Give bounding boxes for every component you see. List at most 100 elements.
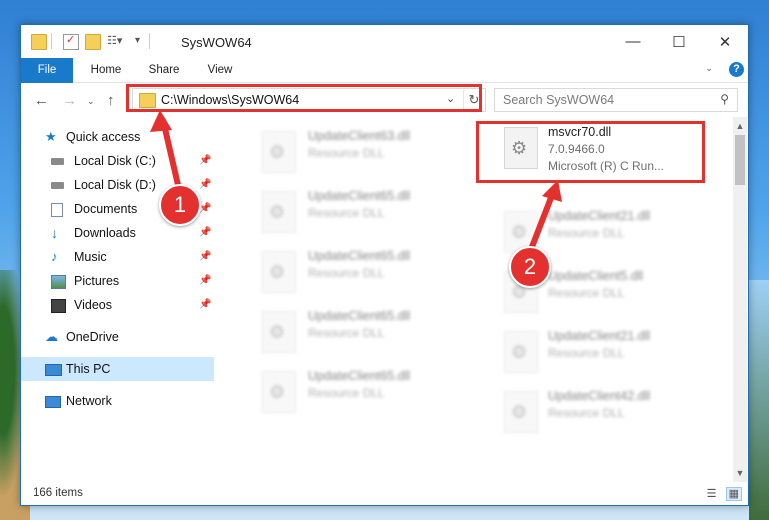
details-view-icon[interactable]: ☰ [707, 488, 717, 500]
sidebar-item-label: This PC [66, 362, 111, 376]
close-button[interactable]: ✕ [702, 25, 748, 58]
address-bar-highlight [126, 84, 482, 112]
sidebar-item-label: OneDrive [66, 330, 119, 344]
navigation-pane: ★ Quick access Local Disk (C:) 📌 Local D… [21, 117, 214, 482]
divider [149, 33, 150, 49]
search-input[interactable]: Search SysWOW64 ⚲ [494, 88, 738, 112]
computer-icon [45, 364, 62, 376]
file-type: Resource DLL [308, 326, 385, 340]
file-name: UpdateClient5.dll [548, 269, 644, 283]
maximize-button[interactable]: ☐ [656, 25, 702, 58]
list-item[interactable]: UpdateClient63.dll Resource DLL [254, 127, 474, 175]
sidebar-item-label: Network [66, 394, 112, 408]
pin-icon[interactable]: 📌 [199, 269, 211, 293]
sidebar-item-local-disk-c[interactable]: Local Disk (C:) 📌 [21, 149, 214, 173]
network-icon [45, 396, 61, 408]
step-marker-1: 1 [159, 184, 201, 226]
scroll-up-icon[interactable]: ▲ [733, 119, 747, 133]
tab-view[interactable]: View [197, 58, 243, 82]
list-item[interactable]: UpdateClient42.dll Resource DLL [494, 387, 714, 435]
quick-access-toolbar-icon[interactable]: ☷▾ [107, 34, 122, 48]
dll-file-icon [262, 371, 296, 413]
file-name: UpdateClient21.dll [548, 329, 651, 343]
scroll-down-icon[interactable]: ▼ [733, 466, 747, 480]
search-icon[interactable]: ⚲ [720, 92, 729, 106]
sidebar-item-pictures[interactable]: Pictures 📌 [21, 269, 214, 293]
dll-file-icon [262, 251, 296, 293]
file-name: UpdateClient63.dll [308, 129, 411, 143]
status-bar: 166 items ☰ ▦ [21, 482, 748, 505]
tab-share[interactable]: Share [141, 58, 187, 82]
scrollbar-thumb[interactable] [735, 135, 745, 185]
pin-icon[interactable]: 📌 [199, 293, 211, 317]
pin-icon[interactable]: 📌 [199, 149, 211, 173]
tab-home[interactable]: Home [83, 58, 129, 82]
dll-file-icon [262, 131, 296, 173]
list-item[interactable]: UpdateClient21.dll Resource DLL [494, 327, 714, 375]
sidebar-item-this-pc[interactable]: This PC [21, 357, 214, 381]
file-type: Resource DLL [548, 346, 625, 360]
properties-icon[interactable]: ✓ [63, 34, 79, 50]
list-item[interactable]: UpdateClient65.dll Resource DLL [254, 367, 474, 415]
up-arrow-icon[interactable]: ↑ [107, 92, 115, 109]
help-icon[interactable]: ? [729, 62, 744, 77]
sidebar-item-label: Documents [74, 202, 138, 216]
pin-icon[interactable]: 📌 [199, 221, 211, 245]
cloud-icon: ☁ [45, 329, 58, 344]
file-name: UpdateClient65.dll [308, 189, 411, 203]
pictures-icon [51, 275, 66, 289]
file-type: Resource DLL [548, 406, 625, 420]
file-type: Resource DLL [308, 386, 385, 400]
ribbon-tabs: File Home Share View ⌄ ? [21, 58, 748, 106]
window-title: SysWOW64 [181, 35, 252, 50]
list-item[interactable]: UpdateClient65.dll Resource DLL [254, 247, 474, 295]
list-item[interactable]: UpdateClient65.dll Resource DLL [254, 307, 474, 355]
file-name: UpdateClient65.dll [308, 249, 411, 263]
star-icon: ★ [45, 129, 57, 144]
dll-file-icon [504, 391, 538, 433]
sidebar-item-label: Music [74, 250, 107, 264]
file-name: UpdateClient65.dll [308, 309, 411, 323]
file-type: Resource DLL [308, 146, 385, 160]
downloads-icon: ↓ [51, 225, 58, 241]
new-folder-icon[interactable] [85, 34, 101, 50]
dll-file-icon [504, 331, 538, 373]
desktop-background-edge [749, 280, 769, 520]
tiles-view-icon[interactable]: ▦ [725, 487, 742, 501]
back-arrow-icon[interactable]: ← [34, 92, 49, 109]
file-type: Resource DLL [548, 226, 625, 240]
pin-icon[interactable]: 📌 [199, 245, 211, 269]
sidebar-item-label: Downloads [74, 226, 136, 240]
pin-icon[interactable]: 📌 [199, 173, 211, 197]
file-name: UpdateClient42.dll [548, 389, 651, 403]
sidebar-item-videos[interactable]: Videos 📌 [21, 293, 214, 317]
title-bar: ✓ ☷▾ ▾ SysWOW64 — ☐ ✕ [21, 25, 748, 58]
toolbar-dropdown-icon[interactable]: ▾ [135, 35, 149, 49]
expand-ribbon-icon[interactable]: ⌄ [705, 63, 713, 74]
divider [51, 33, 52, 49]
view-toggle[interactable]: ☰ ▦ [707, 487, 742, 501]
sidebar-item-label: Pictures [74, 274, 120, 288]
folder-icon [31, 34, 47, 50]
file-type: Resource DLL [548, 286, 625, 300]
sidebar-item-onedrive[interactable]: ☁ OneDrive [21, 325, 214, 349]
dll-file-icon [262, 191, 296, 233]
sidebar-item-label: Local Disk (C:) [74, 154, 156, 168]
drive-icon [51, 182, 64, 189]
sidebar-item-label: Videos [74, 298, 112, 312]
sidebar-item-network[interactable]: Network [21, 389, 214, 413]
file-type: Resource DLL [308, 206, 385, 220]
file-type: Resource DLL [308, 266, 385, 280]
sidebar-item-music[interactable]: ♪ Music 📌 [21, 245, 214, 269]
documents-icon [51, 203, 63, 217]
forward-arrow-icon[interactable]: → [62, 92, 77, 109]
sidebar-item-quick-access[interactable]: ★ Quick access [21, 125, 214, 149]
pin-icon[interactable]: 📌 [199, 197, 211, 221]
minimize-button[interactable]: — [610, 25, 656, 58]
list-item[interactable]: UpdateClient65.dll Resource DLL [254, 187, 474, 235]
file-name: UpdateClient65.dll [308, 369, 411, 383]
file-name: UpdateClient21.dll [548, 209, 651, 223]
vertical-scrollbar[interactable]: ▲ ▼ [733, 117, 747, 482]
recent-locations-chevron-icon[interactable]: ⌄ [87, 96, 95, 107]
dll-file-icon [262, 311, 296, 353]
